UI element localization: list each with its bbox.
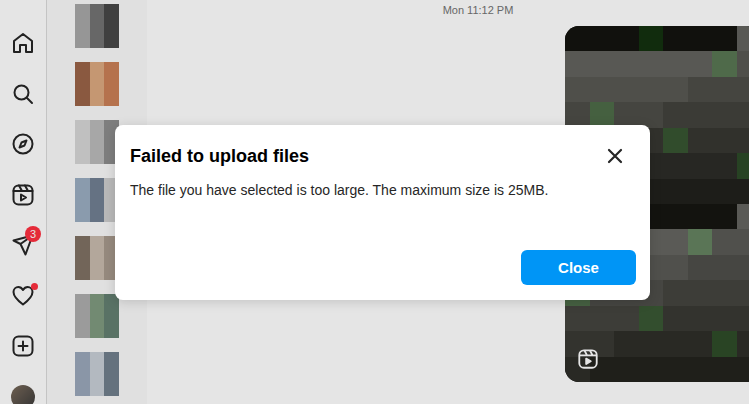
close-button[interactable]: Close xyxy=(521,250,636,285)
close-icon xyxy=(606,147,624,165)
dialog-close-button[interactable] xyxy=(604,145,626,167)
upload-error-dialog: Failed to upload files The file you have … xyxy=(115,125,650,300)
dialog-message: The file you have selected is too large.… xyxy=(130,181,636,199)
instagram-messages-screen: 3Mon 11:12 PMFailed to upload filesThe f… xyxy=(0,0,749,404)
dialog-title: Failed to upload files xyxy=(130,146,309,167)
